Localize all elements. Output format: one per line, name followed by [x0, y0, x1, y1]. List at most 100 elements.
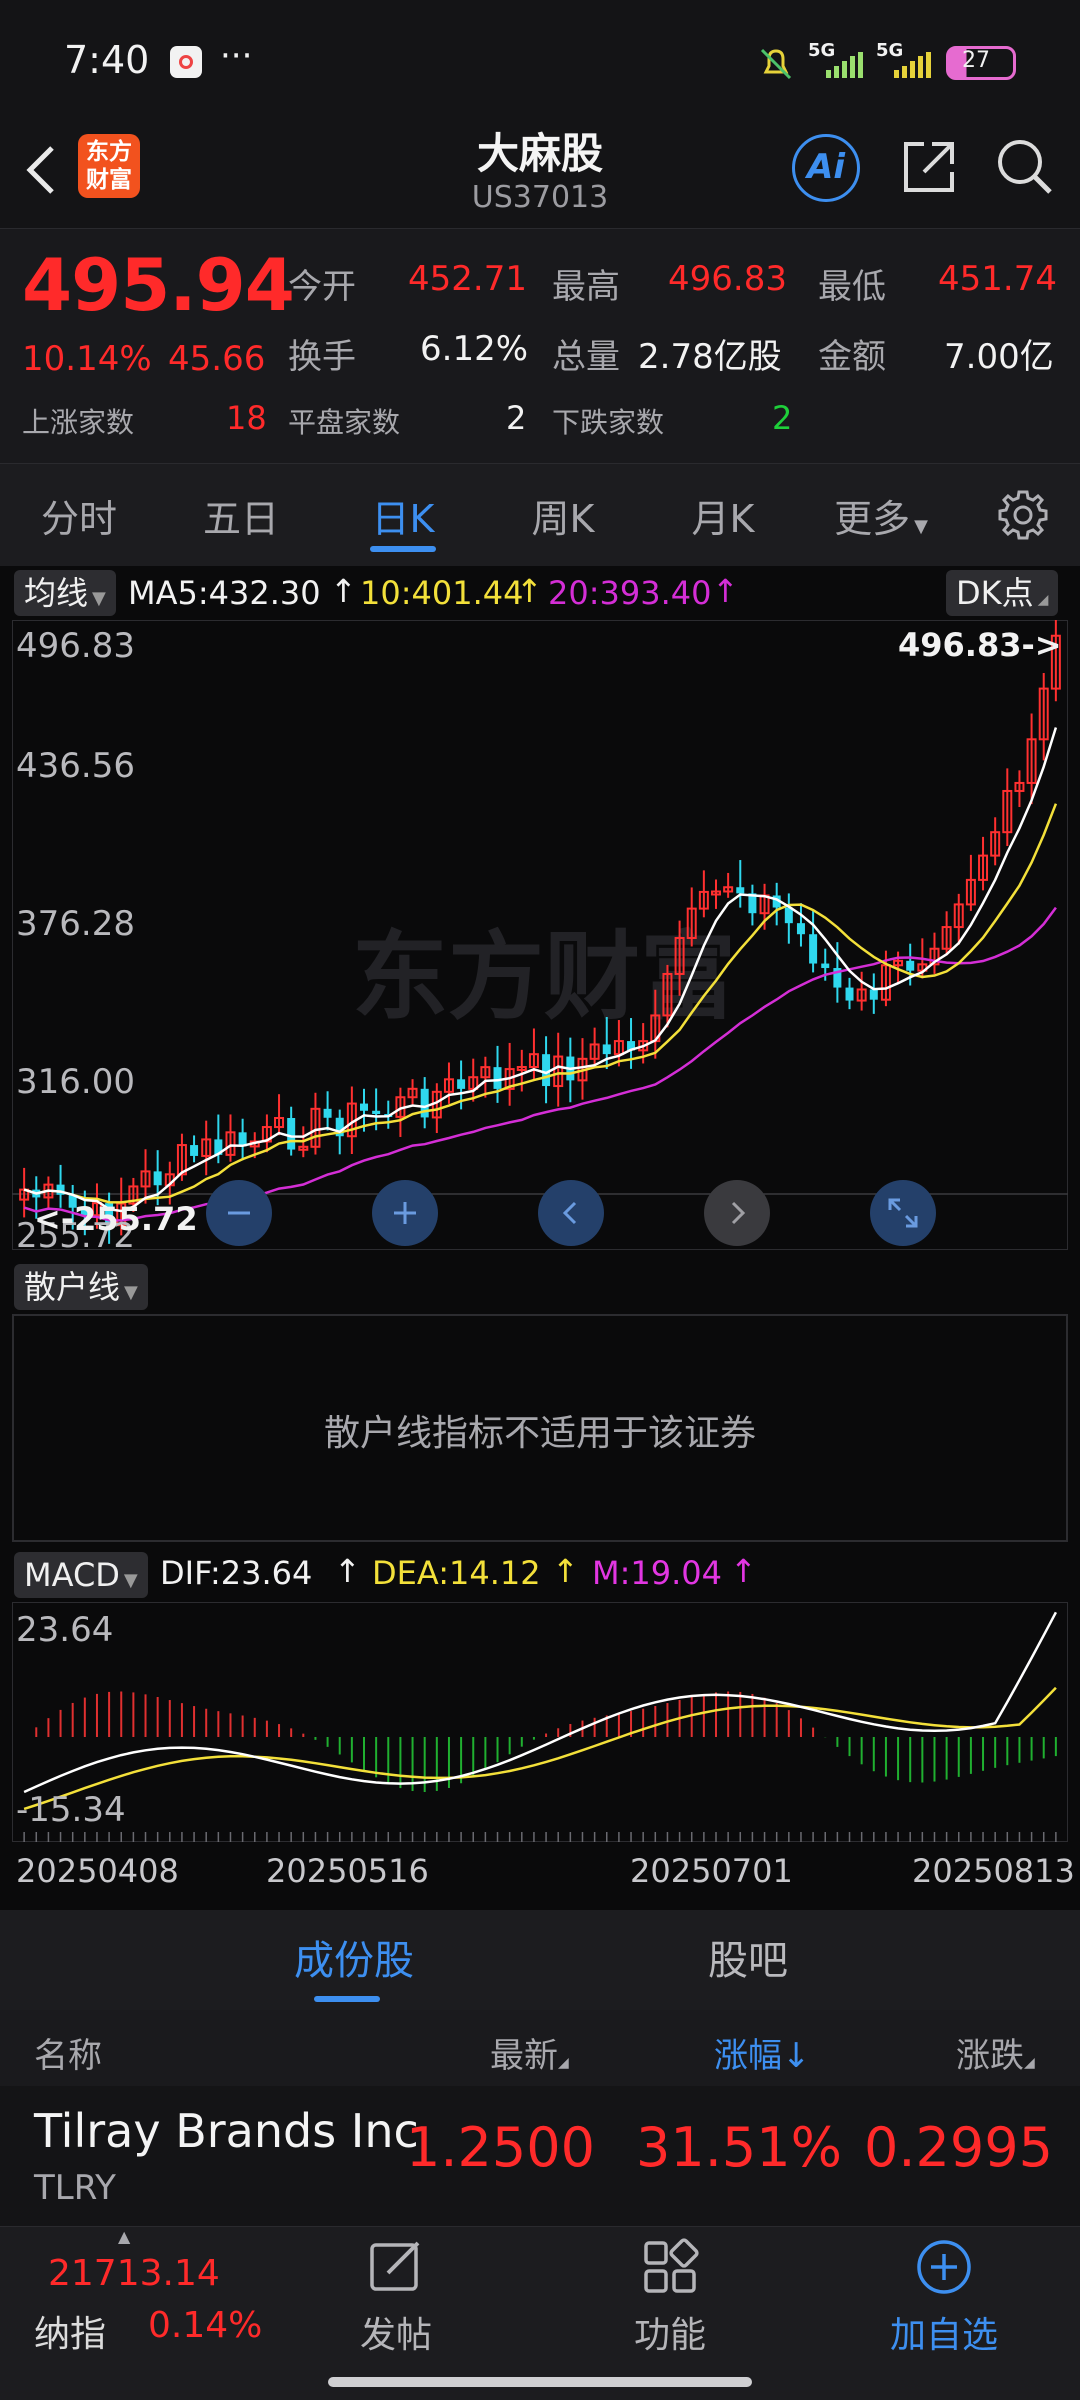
candle-body	[190, 1145, 199, 1156]
macd-dea-value: DEA:14.12	[372, 1554, 541, 1592]
zoom-out-button[interactable]	[206, 1180, 272, 1246]
date-label-2: 20250516	[266, 1852, 429, 1890]
tab-intraday[interactable]: 分时	[4, 488, 154, 543]
candle-body	[493, 1067, 502, 1089]
index-name: 纳指	[34, 2314, 107, 2355]
battery-level: 27	[962, 48, 990, 73]
m-up-arrow: ↑	[730, 1552, 757, 1590]
candle-body	[869, 989, 878, 1000]
search-icon[interactable]	[994, 136, 1056, 202]
column-latest[interactable]: 最新◢	[490, 2028, 569, 2077]
nav-post[interactable]: 发帖	[306, 2237, 486, 2358]
chevron-right-icon	[731, 1201, 746, 1225]
low-label: 最低	[818, 267, 886, 307]
high-label: 最高	[552, 267, 620, 307]
open-value: 452.71	[408, 259, 527, 299]
stock-change-pct: 31.51%	[636, 2116, 842, 2179]
plus-icon	[394, 1202, 416, 1224]
low-value: 451.74	[938, 259, 1057, 299]
nav-add-label: 加自选	[889, 2315, 998, 2356]
stock-latest: 1.2500	[406, 2116, 595, 2179]
page-title: 大麻股	[476, 129, 603, 178]
nav-add-watchlist[interactable]: 加自选	[854, 2237, 1034, 2358]
candle-body	[153, 1171, 162, 1186]
dk-point-button[interactable]: DK点 ◢	[946, 570, 1059, 616]
kline-chart[interactable]: 东方财富	[12, 620, 1068, 1250]
index-change-pct: 0.14%	[148, 2305, 263, 2346]
candle-body	[542, 1054, 551, 1087]
retail-indicator-selector[interactable]: 散户线 ▼	[14, 1264, 148, 1310]
stock-code: TLRY	[34, 2168, 116, 2208]
macd-panel: MACD ▼ DIF:23.64 ↑ DEA:14.12 ↑ M:19.04 ↑ …	[0, 1546, 1080, 1910]
sort-caret-icon: ◢	[558, 2055, 569, 2071]
candle-body	[457, 1079, 466, 1089]
active-tab-indicator	[370, 546, 436, 552]
tab-stock-forum[interactable]: 股吧	[648, 1928, 848, 1986]
tab-daily-k[interactable]: 日K	[328, 488, 478, 543]
quote-panel: 495.94 10.14% 45.66 今开 452.71 最高 496.83 …	[0, 228, 1080, 464]
signal-strength-icon-2	[878, 52, 938, 82]
macd-y-top: 23.64	[16, 1610, 114, 1650]
chevron-down-icon: ▼	[92, 588, 106, 609]
tab-monthly-k[interactable]: 月K	[648, 488, 798, 543]
dif-line	[23, 1611, 1058, 1794]
table-header: 名称 最新◢ 涨幅↓ 涨跌◢	[0, 2010, 1080, 2096]
tab-five-day[interactable]: 五日	[166, 488, 316, 543]
zoom-in-button[interactable]	[372, 1180, 438, 1246]
kline-panel: 均线 ▼ MA5:432.30 ↑ 10:401.44 ↑ 20:393.40 ↑…	[0, 566, 1080, 1256]
ai-label: Ai	[807, 147, 845, 187]
max-price-marker: 496.83->	[898, 626, 1062, 664]
retail-selector-label: 散户线	[24, 1268, 121, 1306]
scroll-left-button[interactable]	[538, 1180, 604, 1246]
security-code: US37013	[471, 180, 609, 215]
ma-selector[interactable]: 均线 ▼	[14, 570, 116, 616]
turnover-value: 6.12%	[420, 329, 529, 369]
down-count: 2	[772, 399, 793, 437]
volume-label: 总量	[552, 337, 620, 377]
index-ticker[interactable]: ▲ 21713.14 纳指 0.14%	[0, 2227, 300, 2367]
macd-selector[interactable]: MACD ▼	[14, 1552, 148, 1598]
turnover-label: 换手	[288, 337, 356, 377]
date-label-1: 20250408	[16, 1852, 179, 1890]
y-axis-label-3: 376.28	[16, 904, 135, 944]
candle-body	[602, 1044, 611, 1055]
scroll-right-button[interactable]	[704, 1180, 770, 1246]
alarm-off-icon	[756, 44, 796, 88]
eastmoney-logo: 东方 财富	[78, 134, 140, 198]
candle-body	[821, 963, 830, 969]
ma10-value: 10:401.44	[360, 574, 524, 612]
column-change-pct[interactable]: 涨幅↓	[714, 2028, 811, 2077]
fullscreen-button[interactable]	[870, 1180, 936, 1246]
table-row[interactable]: Tilray Brands Inc TLRY 1.2500 31.51% 0.2…	[0, 2086, 1080, 2226]
collapse-caret-icon: ▲	[118, 2227, 131, 2246]
tab-weekly-k[interactable]: 周K	[488, 488, 638, 543]
tab-more-label: 更多	[834, 497, 911, 541]
macd-dif-value: DIF:23.64	[160, 1554, 313, 1592]
current-price: 495.94	[22, 243, 295, 327]
add-circle-icon	[917, 2240, 971, 2294]
column-change-label: 涨跌	[956, 2036, 1024, 2076]
settings-gear-icon[interactable]	[996, 488, 1050, 546]
min-price-marker: <-255.72	[34, 1200, 198, 1238]
y-axis-label-4: 316.00	[16, 1062, 135, 1102]
amount-label: 金额	[818, 337, 886, 377]
candle-body	[323, 1108, 332, 1118]
bottom-nav: ▲ 21713.14 纳指 0.14% 发帖 功能 加自选	[0, 2226, 1080, 2400]
candle-body	[736, 887, 745, 894]
column-change[interactable]: 涨跌◢	[956, 2028, 1035, 2077]
ai-button[interactable]: Ai	[792, 134, 860, 202]
back-icon[interactable]	[22, 142, 62, 202]
logo-text-1: 东方	[86, 139, 132, 165]
sort-down-arrow-icon: ↓	[782, 2036, 811, 2076]
logo-text-2: 财富	[86, 167, 132, 193]
candle-body	[809, 934, 818, 964]
share-icon[interactable]	[898, 136, 960, 202]
sort-caret-icon: ◢	[1024, 2055, 1035, 2071]
date-label-3: 20250701	[630, 1852, 793, 1890]
macd-chart[interactable]	[12, 1602, 1068, 1842]
dif-up-arrow: ↑	[334, 1552, 361, 1590]
nav-functions[interactable]: 功能	[580, 2237, 760, 2358]
tab-constituents[interactable]: 成份股	[254, 1928, 454, 1986]
candle-body	[796, 923, 805, 935]
tab-more[interactable]: 更多 ▼	[806, 488, 956, 543]
